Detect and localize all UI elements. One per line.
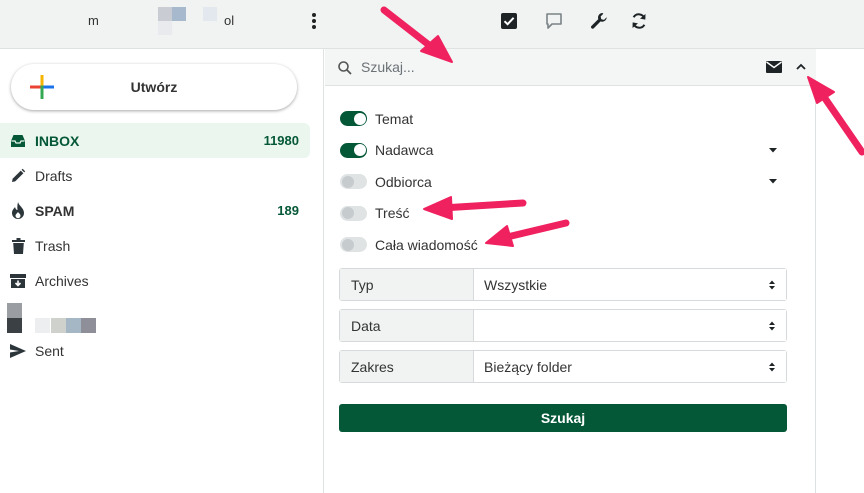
option-label: Odbiorca — [375, 173, 432, 190]
toggle-sender[interactable] — [340, 142, 367, 158]
archive-icon — [9, 272, 27, 290]
option-label: Nadawca — [375, 142, 434, 159]
option-label: Treść — [375, 205, 410, 222]
pencil-icon — [9, 167, 27, 185]
folder-label: SPAM — [35, 202, 75, 219]
search-bar — [325, 49, 816, 86]
filter-label: Typ — [340, 269, 474, 300]
caret-down-icon[interactable] — [768, 177, 778, 185]
filter-scope: Zakres Bieżący folder — [339, 350, 787, 383]
filter-type: Typ Wszystkie — [339, 268, 787, 301]
folder-label: Drafts — [35, 167, 73, 184]
trash-icon — [9, 237, 27, 255]
compose-label: Utwórz — [130, 79, 178, 95]
select-arrows-icon — [769, 321, 775, 331]
search-input[interactable] — [361, 55, 741, 79]
filter-label: Data — [340, 310, 474, 341]
annotation-arrow-collapse — [807, 76, 864, 156]
folder-label: Sent — [35, 342, 64, 359]
option-label: Cała wiadomość — [375, 236, 478, 253]
search-panel: Temat Nadawca Odbiorca Treść Cała wiadom… — [325, 49, 816, 493]
toggle-entire-message[interactable] — [340, 237, 367, 253]
select-value: Wszystkie — [484, 276, 547, 293]
plus-icon — [30, 75, 54, 99]
folder-inbox[interactable]: INBOX 11980 — [0, 123, 310, 158]
folder-sent[interactable]: Sent — [0, 333, 310, 368]
fire-icon — [9, 202, 27, 220]
folder-spam[interactable]: SPAM 189 — [0, 193, 310, 228]
date-select[interactable] — [474, 310, 786, 341]
option-subject: Temat — [340, 103, 790, 135]
search-scope-options: Temat Nadawca Odbiorca Treść Cała wiadom… — [340, 103, 790, 261]
more-vertical-icon[interactable] — [308, 12, 320, 32]
folder-redacted[interactable] — [0, 298, 310, 333]
folder-trash[interactable]: Trash — [0, 228, 310, 263]
option-label: Temat — [375, 110, 414, 127]
send-icon — [9, 342, 27, 360]
select-arrows-icon — [769, 280, 775, 290]
redacted-account-name — [158, 7, 218, 35]
type-select[interactable]: Wszystkie — [474, 269, 786, 300]
filter-date: Data — [339, 309, 787, 342]
folder-drafts[interactable]: Drafts — [0, 158, 310, 193]
envelope-icon[interactable] — [765, 59, 783, 75]
option-sender: Nadawca — [340, 135, 790, 167]
toggle-subject[interactable] — [340, 111, 367, 127]
select-value: Bieżący folder — [484, 358, 572, 375]
search-icon[interactable] — [337, 60, 353, 76]
top-toolbar: m ol — [0, 0, 864, 49]
account-name-end: ol — [224, 13, 235, 28]
filter-label: Zakres — [340, 351, 474, 382]
redacted-folder-name — [7, 303, 102, 335]
option-entire-message: Cała wiadomość — [340, 229, 790, 261]
toggle-body[interactable] — [340, 205, 367, 221]
checkbox-checked-icon[interactable] — [498, 10, 520, 32]
option-recipient: Odbiorca — [340, 166, 790, 198]
search-filters: Typ Wszystkie Data Zakres Bieżący folder — [339, 268, 787, 391]
folder-label: INBOX — [35, 132, 80, 149]
search-submit-button[interactable]: Szukaj — [339, 404, 787, 432]
inbox-icon — [9, 132, 27, 150]
account-name-start: m — [88, 13, 99, 28]
toggle-recipient[interactable] — [340, 174, 367, 190]
scope-select[interactable]: Bieżący folder — [474, 351, 786, 382]
chevron-up-icon[interactable] — [794, 60, 808, 74]
caret-down-icon[interactable] — [768, 146, 778, 154]
folder-label: Trash — [35, 237, 71, 254]
wrench-icon[interactable] — [588, 10, 610, 32]
folder-list: INBOX 11980 Drafts SPAM 189 Trash Archiv… — [0, 123, 310, 368]
option-body: Treść — [340, 198, 790, 230]
sidebar: Utwórz INBOX 11980 Drafts SPAM 189 Trash… — [0, 49, 324, 493]
unread-count: 11980 — [263, 133, 299, 148]
unread-count: 189 — [277, 203, 299, 218]
compose-button[interactable]: Utwórz — [11, 64, 297, 110]
folder-label: Archives — [35, 272, 89, 289]
chat-bubble-icon[interactable] — [543, 10, 565, 32]
select-arrows-icon — [769, 362, 775, 372]
refresh-icon[interactable] — [628, 10, 650, 32]
folder-archives[interactable]: Archives — [0, 263, 310, 298]
